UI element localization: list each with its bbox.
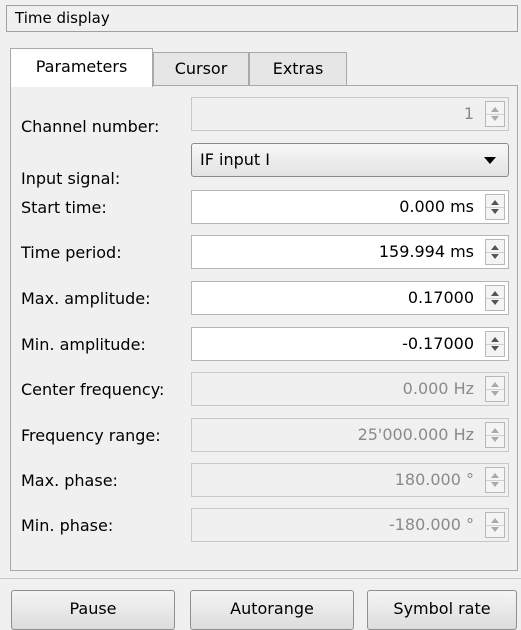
min-amplitude-spinner[interactable] xyxy=(485,331,505,357)
time-period-label: Time period: xyxy=(21,243,122,262)
autorange-button[interactable]: Autorange xyxy=(190,590,354,630)
center-frequency-label: Center frequency: xyxy=(21,380,165,399)
pause-button[interactable]: Pause xyxy=(11,590,175,630)
center-frequency-spinner xyxy=(485,376,505,402)
spin-down-icon xyxy=(491,300,499,305)
chevron-down-icon xyxy=(484,157,496,164)
min-amplitude-value: -0.17000 xyxy=(402,334,474,353)
spin-up-icon xyxy=(491,200,499,205)
input-signal-select[interactable]: IF input I xyxy=(191,143,509,177)
spin-up-icon xyxy=(491,337,499,342)
min-phase-value: -180.000 ° xyxy=(388,515,474,534)
spin-up-icon xyxy=(491,473,499,478)
window-title: Time display xyxy=(6,5,518,32)
spin-up-icon xyxy=(491,428,499,433)
spin-down-icon xyxy=(491,527,499,532)
channel-number-label: Channel number: xyxy=(21,117,160,136)
max-amplitude-value: 0.17000 xyxy=(407,288,474,307)
max-phase-field: 180.000 ° xyxy=(191,463,509,497)
start-time-label: Start time: xyxy=(21,198,107,217)
parameters-panel: Channel number: 1 Input signal: IF input… xyxy=(10,85,518,571)
divider xyxy=(0,578,521,579)
min-phase-field: -180.000 ° xyxy=(191,508,509,542)
channel-number-field: 1 xyxy=(191,97,509,131)
min-phase-label: Min. phase: xyxy=(21,516,114,535)
max-phase-spinner xyxy=(485,467,505,493)
tab-parameters[interactable]: Parameters xyxy=(10,48,153,87)
symbol-rate-button[interactable]: Symbol rate xyxy=(367,590,517,630)
min-amplitude-field[interactable]: -0.17000 xyxy=(191,327,509,361)
spin-up-icon xyxy=(491,382,499,387)
spin-down-icon xyxy=(491,254,499,259)
time-period-value: 159.994 ms xyxy=(378,242,474,261)
spin-up-icon xyxy=(491,291,499,296)
min-amplitude-label: Min. amplitude: xyxy=(21,335,146,354)
input-signal-value: IF input I xyxy=(200,150,270,169)
tab-cursor[interactable]: Cursor xyxy=(153,52,249,86)
tab-extras[interactable]: Extras xyxy=(249,52,347,86)
max-phase-value: 180.000 ° xyxy=(394,470,474,489)
min-phase-spinner xyxy=(485,512,505,538)
start-time-spinner[interactable] xyxy=(485,194,505,220)
spin-up-icon xyxy=(491,518,499,523)
frequency-range-label: Frequency range: xyxy=(21,426,161,445)
time-period-field[interactable]: 159.994 ms xyxy=(191,235,509,269)
max-amplitude-label: Max. amplitude: xyxy=(21,289,151,308)
spin-down-icon xyxy=(491,391,499,396)
channel-number-spinner xyxy=(485,101,505,127)
frequency-range-field: 25'000.000 Hz xyxy=(191,418,509,452)
center-frequency-field: 0.000 Hz xyxy=(191,372,509,406)
center-frequency-value: 0.000 Hz xyxy=(402,379,474,398)
spin-down-icon xyxy=(491,437,499,442)
frequency-range-spinner xyxy=(485,422,505,448)
frequency-range-value: 25'000.000 Hz xyxy=(357,425,474,444)
spin-down-icon xyxy=(491,209,499,214)
spin-up-icon xyxy=(491,107,499,112)
start-time-value: 0.000 ms xyxy=(399,197,474,216)
channel-number-value: 1 xyxy=(463,104,474,123)
spin-down-icon xyxy=(491,116,499,121)
max-amplitude-field[interactable]: 0.17000 xyxy=(191,281,509,315)
spin-up-icon xyxy=(491,245,499,250)
spin-down-icon xyxy=(491,482,499,487)
spin-down-icon xyxy=(491,346,499,351)
max-phase-label: Max. phase: xyxy=(21,471,118,490)
time-period-spinner[interactable] xyxy=(485,239,505,265)
input-signal-label: Input signal: xyxy=(21,169,121,188)
max-amplitude-spinner[interactable] xyxy=(485,285,505,311)
start-time-field[interactable]: 0.000 ms xyxy=(191,190,509,224)
